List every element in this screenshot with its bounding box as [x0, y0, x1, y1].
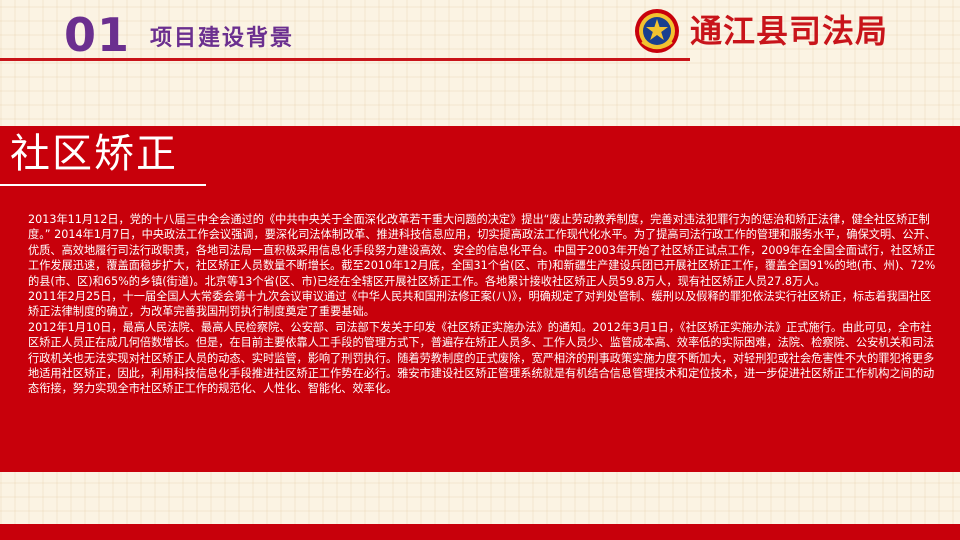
- police-emblem-icon: [635, 9, 679, 53]
- content-panel: 社区矫正 2013年11月12日，党的十八届三中全会通过的《中共中央关于全面深化…: [0, 126, 960, 472]
- section-title: 项目建设背景: [150, 26, 295, 51]
- panel-title-underline: [0, 184, 206, 186]
- brand-logo: 通江县司法局: [634, 6, 888, 56]
- brand-name: 通江县司法局: [690, 12, 889, 50]
- slide: 01 项目建设背景 通江县司法局 社区矫正 2013年11月12日，党的十八届三…: [0, 0, 960, 540]
- paragraph: 2013年11月12日，党的十八届三中全会通过的《中共中央关于全面深化改革若干重…: [28, 213, 936, 288]
- panel-title: 社区矫正: [10, 131, 178, 177]
- body-text: 2013年11月12日，党的十八届三中全会通过的《中共中央关于全面深化改革若干重…: [28, 212, 940, 397]
- panel-title-block: 社区矫正: [0, 126, 206, 186]
- section-number: 01: [64, 8, 131, 62]
- paragraph: 2012年1月10日，最高人民法院、最高人民检察院、公安部、司法部下发关于印发《…: [28, 320, 935, 396]
- paragraph: 2011年2月25日，十一届全国人大常委会第十九次会议审议通过《中华人民共和国刑…: [28, 290, 932, 319]
- footer-band: [0, 524, 960, 540]
- header-divider: [0, 58, 690, 61]
- header-bar: 01 项目建设背景 通江县司法局: [0, 0, 960, 64]
